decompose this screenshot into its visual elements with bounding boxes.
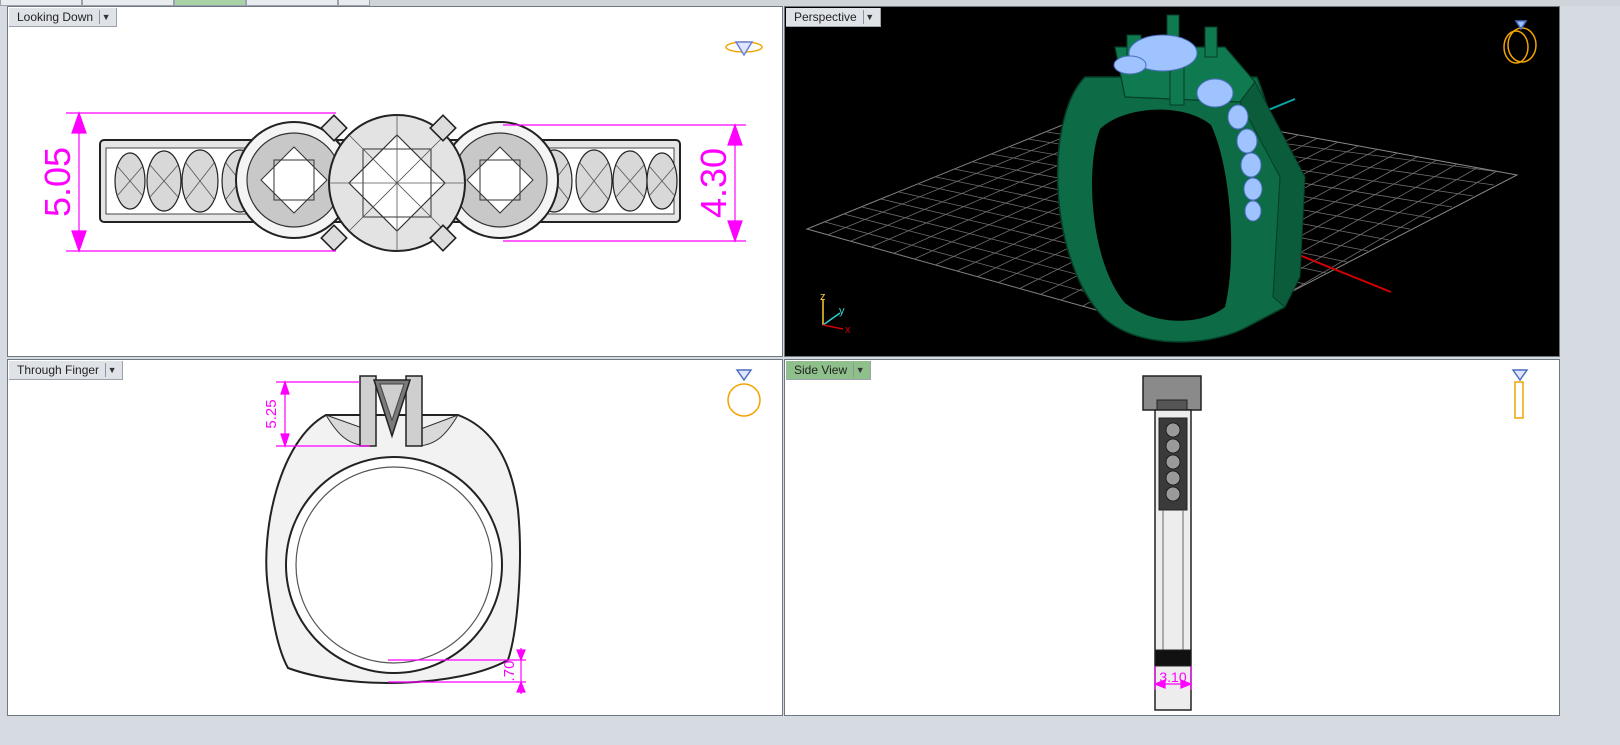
top-view-drawing: 5.05 4.30 (37, 41, 763, 253)
viewport-title-label: Looking Down (17, 10, 94, 24)
axis-label-x: x (845, 324, 851, 336)
axis-label-z: z (820, 291, 826, 303)
ring-orientation-icon (1511, 369, 1529, 419)
viewport-title-label: Side View (794, 363, 848, 377)
ring-orientation-icon (725, 41, 763, 57)
side-view-drawing: 3.10 (1142, 369, 1529, 711)
viewport-looking-down[interactable]: Looking Down ▼ 5.05 4.30 (7, 6, 783, 357)
viewport-menu-dropdown-icon[interactable]: ▼ (99, 10, 112, 24)
ring-3d-model (1056, 14, 1306, 343)
viewport-title-label: Through Finger (17, 363, 100, 377)
dim-label-height-left: 5.05 (37, 147, 78, 217)
viewport-perspective[interactable]: Perspective ▼ z y x (784, 6, 1560, 357)
viewport-title-looking-down[interactable]: Looking Down ▼ (9, 8, 118, 27)
viewport-title-through-finger[interactable]: Through Finger ▼ (9, 361, 124, 380)
viewport-title-label: Perspective (794, 10, 857, 24)
viewport-through-finger[interactable]: Through Finger ▼ 5.25 .70 (7, 359, 783, 716)
through-finger-view-drawing: 5.25 .70 (263, 369, 761, 694)
dim-label-head-height: 5.25 (263, 399, 280, 428)
dim-label-width: 3.10 (1159, 669, 1186, 685)
viewport-menu-dropdown-icon[interactable]: ▼ (862, 10, 876, 24)
ring-orientation-icon (1503, 20, 1537, 64)
dim-label-height-right: 4.30 (693, 148, 734, 218)
perspective-view-drawing: z y x (805, 14, 1537, 343)
viewport-title-perspective[interactable]: Perspective ▼ (786, 8, 881, 27)
dim-label-shank-thickness: .70 (501, 661, 518, 682)
axis-label-y: y (839, 305, 845, 317)
viewport-menu-dropdown-icon[interactable]: ▼ (853, 363, 866, 377)
viewport-menu-dropdown-icon[interactable]: ▼ (105, 363, 118, 377)
viewport-title-side-view[interactable]: Side View ▼ (786, 361, 872, 380)
ring-orientation-icon (727, 369, 761, 417)
viewport-side-view[interactable]: Side View ▼ 3.10 (784, 359, 1560, 716)
